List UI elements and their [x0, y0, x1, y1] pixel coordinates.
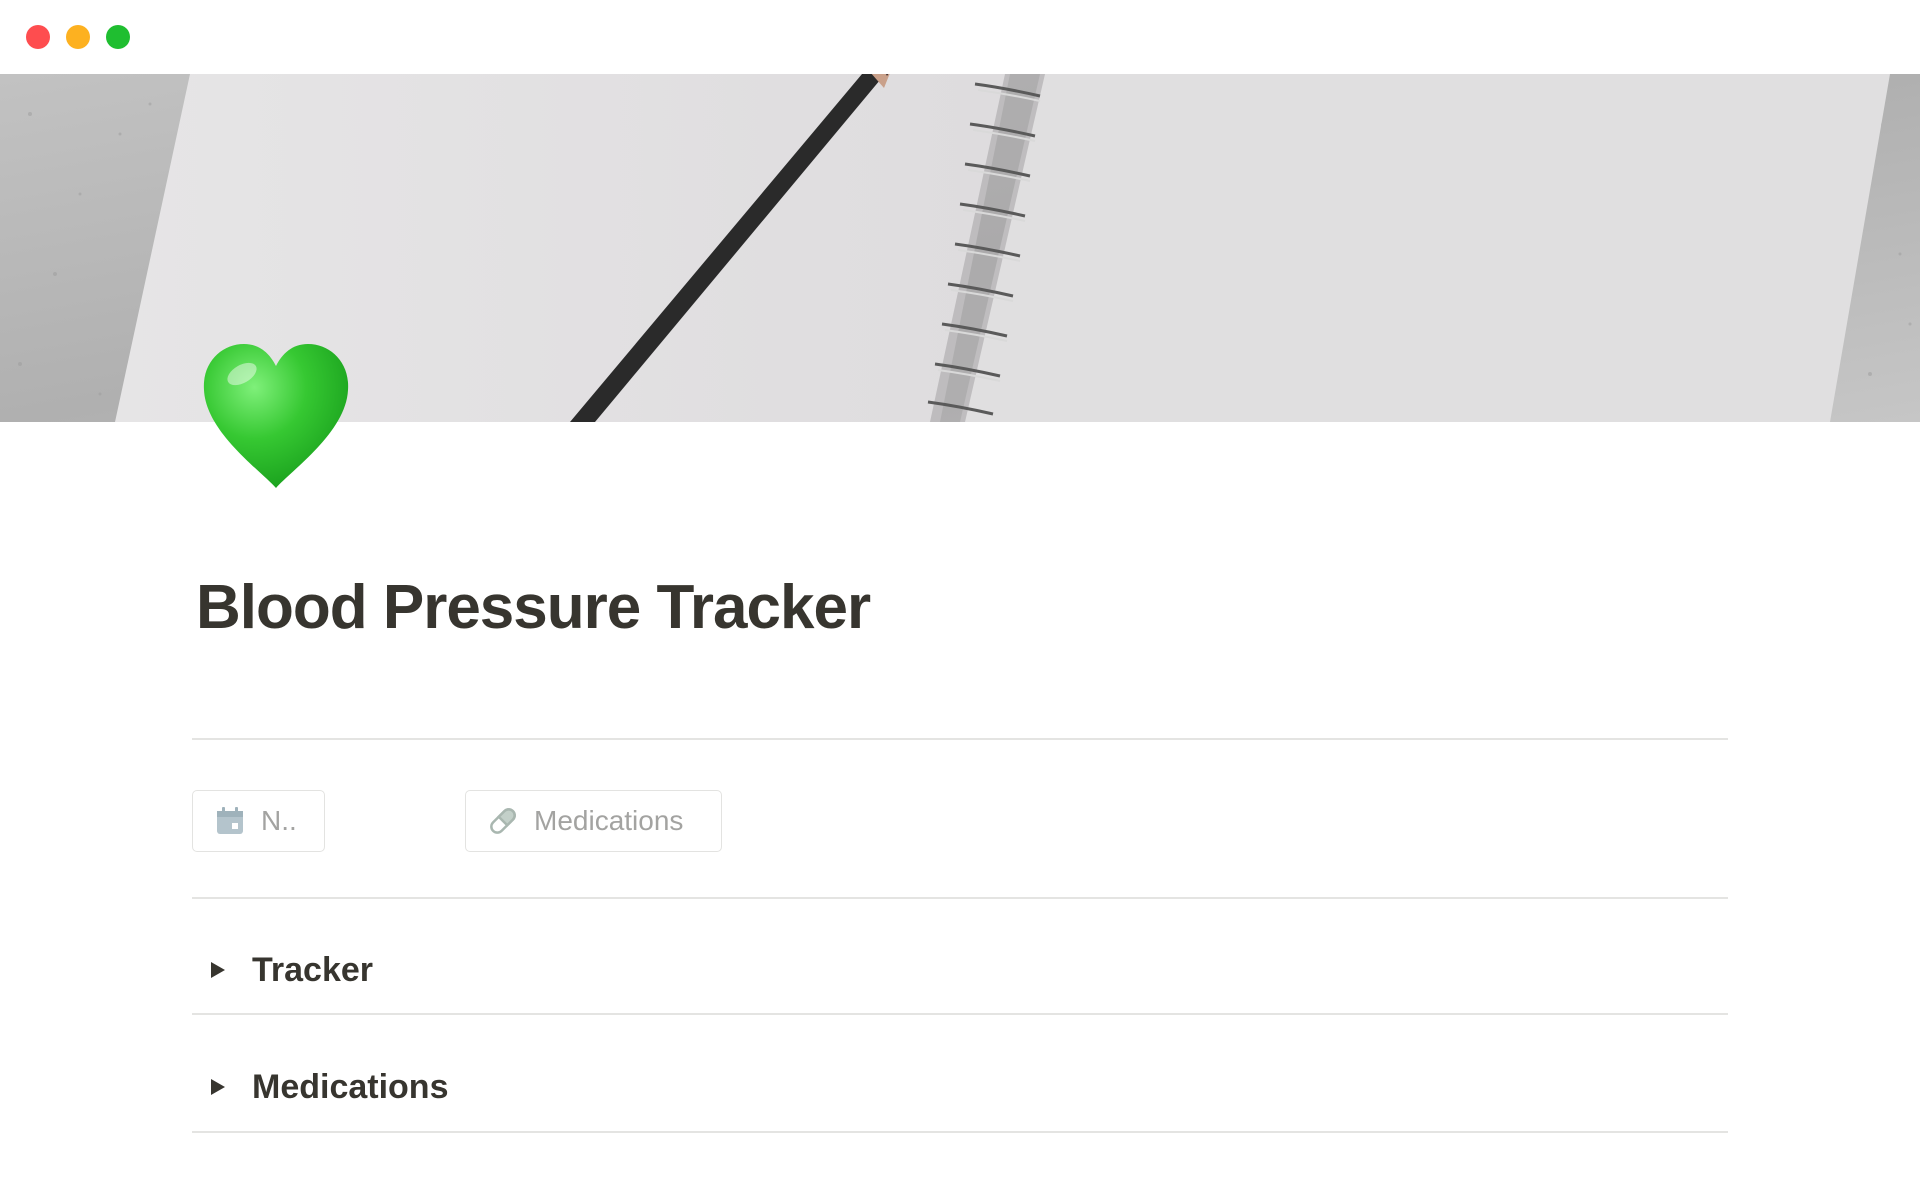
app-window: Blood Pressure Tracker N.. Medications T…: [0, 0, 1920, 1200]
toggle-medications-label: Medications: [252, 1067, 449, 1106]
triangle-right-icon[interactable]: [204, 1073, 232, 1101]
minimize-window-button[interactable]: [66, 25, 90, 49]
title-bar: [0, 0, 1920, 74]
medications-button[interactable]: Medications: [465, 790, 722, 852]
toggle-tracker-label: Tracker: [252, 950, 373, 989]
divider: [192, 738, 1728, 740]
medications-button-label: Medications: [534, 805, 684, 836]
triangle-right-icon[interactable]: [204, 956, 232, 984]
calendar-icon: [213, 804, 247, 838]
maximize-window-button[interactable]: [106, 25, 130, 49]
divider: [192, 1131, 1728, 1133]
toggle-tracker[interactable]: Tracker: [192, 930, 1728, 1010]
green-heart-icon[interactable]: [198, 340, 354, 496]
new-entry-button[interactable]: N..: [192, 790, 325, 852]
close-window-button[interactable]: [26, 25, 50, 49]
divider: [192, 1013, 1728, 1015]
page-title[interactable]: Blood Pressure Tracker: [196, 572, 871, 643]
toggle-medications[interactable]: Medications: [192, 1047, 1728, 1127]
divider: [192, 897, 1728, 899]
pill-icon: [486, 804, 520, 838]
new-entry-button-label: N..: [261, 805, 297, 836]
